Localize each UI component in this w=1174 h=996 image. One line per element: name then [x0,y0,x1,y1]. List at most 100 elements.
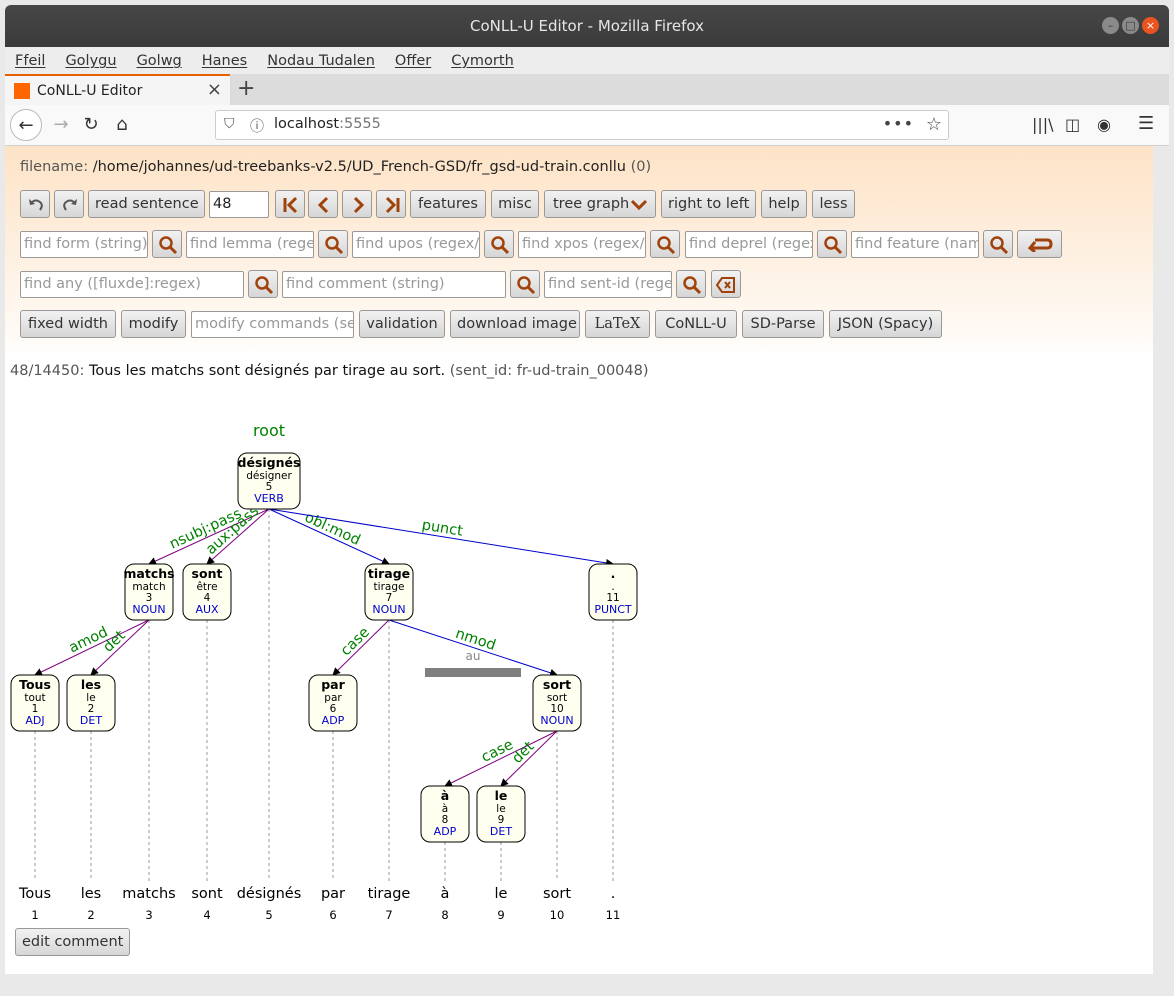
next-sentence-button[interactable] [342,190,372,218]
url-bar[interactable]: ⛉ ⓘ localhost:5555 ••• ☆ [215,110,949,140]
sidebar-icon[interactable]: ◫ [1065,115,1080,134]
find-deprel-button[interactable] [817,230,847,258]
clear-search-button[interactable] [711,270,741,298]
page-actions-icon[interactable]: ••• [883,114,914,133]
menu-file[interactable]: Ffeil [15,53,45,69]
tree-node[interactable]: matchsmatch3NOUN [123,563,175,621]
menu-view[interactable]: Golwg [137,53,182,69]
favicon-icon [14,82,30,99]
sentence-word-id: 11 [606,908,621,922]
less-button[interactable]: less [812,190,855,218]
find-feature-button[interactable] [983,230,1013,258]
find-form-input[interactable]: find form (string) [20,231,148,258]
menu-bookmarks[interactable]: Nodau Tudalen [267,53,375,69]
reload-icon[interactable]: ↻ [75,109,107,141]
dependency-arc[interactable] [268,508,614,567]
filename-path: /home/johannes/ud-treebanks-v2.5/UD_Fren… [92,159,626,175]
undo-button[interactable] [20,190,50,218]
library-icon[interactable]: |||\ [1032,115,1054,134]
maximize-icon[interactable]: □ [1122,17,1139,34]
find-sent-id-button[interactable] [676,270,706,298]
browser-tab[interactable]: CoNLL-U Editor × [5,74,230,105]
first-sentence-button[interactable] [275,190,305,218]
close-window-icon[interactable]: × [1142,17,1159,34]
find-any-input[interactable]: find any ([fluxde]:regex) [20,271,244,298]
modify-commands-input[interactable]: modify commands (see [191,311,354,338]
find-sent-id-input[interactable]: find sent-id (regex [544,271,672,298]
back-arrow-icon[interactable]: ← [10,109,42,141]
find-deprel-input[interactable]: find deprel (regex [685,231,813,258]
redo-button[interactable] [54,190,84,218]
find-form-button[interactable] [152,230,182,258]
sd-parse-button[interactable]: SD-Parse [742,310,824,338]
dependency-arc[interactable] [444,730,558,787]
find-comment-input[interactable]: find comment (string) [282,271,506,298]
edit-comment-button[interactable]: edit comment [15,928,130,956]
sentence-word-id: 2 [87,908,94,922]
find-upos-button[interactable] [484,230,514,258]
dependency-arc[interactable] [268,508,390,565]
previous-sentence-button[interactable] [308,190,338,218]
close-tab-icon[interactable]: × [207,79,222,100]
find-xpos-input[interactable]: find xpos (regex/. [518,231,646,258]
misc-button[interactable]: misc [491,190,539,218]
window-titlebar: CoNLL-U Editor - Mozilla Firefox – □ × [5,5,1169,47]
sentence-number-input[interactable]: 48 [209,191,269,218]
read-sentence-button[interactable]: read sentence [88,190,205,218]
tree-node[interactable]: ..11PUNCT [588,563,638,621]
tree-node[interactable]: Toustout1ADJ [10,674,60,732]
minimize-icon[interactable]: – [1102,17,1119,34]
sentence-word: à [441,886,450,902]
sentence-word: . [611,886,616,902]
search-icon [683,276,702,295]
json-spacy-button[interactable]: JSON (Spacy) [829,310,942,338]
bookmark-star-icon[interactable]: ☆ [926,114,942,135]
find-feature-input[interactable]: find feature (name [851,231,979,258]
tree-node[interactable]: lesle2DET [66,674,116,732]
forward-arrow-icon[interactable]: → [45,109,77,141]
tree-node[interactable]: sortsort10NOUN [532,674,582,732]
last-sentence-button[interactable] [376,190,406,218]
find-comment-button[interactable] [510,270,540,298]
fixed-width-button[interactable]: fixed width [20,310,116,338]
tree-node[interactable]: lele9DET [476,785,526,843]
menu-history[interactable]: Hanes [202,53,247,69]
conllu-button[interactable]: CoNLL-U [655,310,737,338]
deprel-label[interactable]: punct [421,517,465,539]
find-lemma-input[interactable]: find lemma (regex [186,231,314,258]
tree-node[interactable]: sontêtre4AUX [182,563,232,621]
new-tab-icon[interactable]: + [237,74,255,103]
download-image-button[interactable]: download image [450,310,580,338]
hamburger-menu-icon[interactable]: ☰ [1138,113,1154,134]
features-button[interactable]: features [410,190,486,218]
account-icon[interactable]: ◉ [1097,115,1111,134]
info-icon[interactable]: ⓘ [250,116,264,136]
right-to-left-button[interactable]: right to left [661,190,756,218]
deprel-label[interactable]: case [479,737,516,766]
tree-node[interactable]: désignésdésigner5VERB [237,452,301,510]
root-label: root [253,421,285,440]
menu-help[interactable]: Cymorth [451,53,514,69]
tree-node[interactable]: àà8ADP [420,785,470,843]
find-lemma-button[interactable] [318,230,348,258]
tree-node[interactable]: parpar6ADP [308,674,358,732]
return-button[interactable] [1017,230,1062,258]
menu-edit[interactable]: Golygu [65,53,116,69]
modify-button[interactable]: modify [121,310,186,338]
shield-icon[interactable]: ⛉ [224,116,235,132]
latex-button[interactable]: LaTeX [585,310,650,338]
find-xpos-button[interactable] [650,230,680,258]
find-upos-input[interactable]: find upos (regex/. [352,231,480,258]
find-any-button[interactable] [248,270,278,298]
tree-node[interactable]: tiragetirage7NOUN [364,563,414,621]
node-form: sort [543,677,571,692]
chevron-left-icon [317,196,329,214]
help-button[interactable]: help [761,190,807,218]
home-icon[interactable]: ⌂ [106,109,138,141]
menu-tools[interactable]: Offer [395,53,431,69]
tree-graph-select[interactable]: tree graph [544,190,656,218]
validation-button[interactable]: validation [359,310,445,338]
dependency-arc[interactable] [388,619,558,677]
dependency-arc[interactable] [34,619,150,676]
deprel-label[interactable]: case [338,624,373,659]
